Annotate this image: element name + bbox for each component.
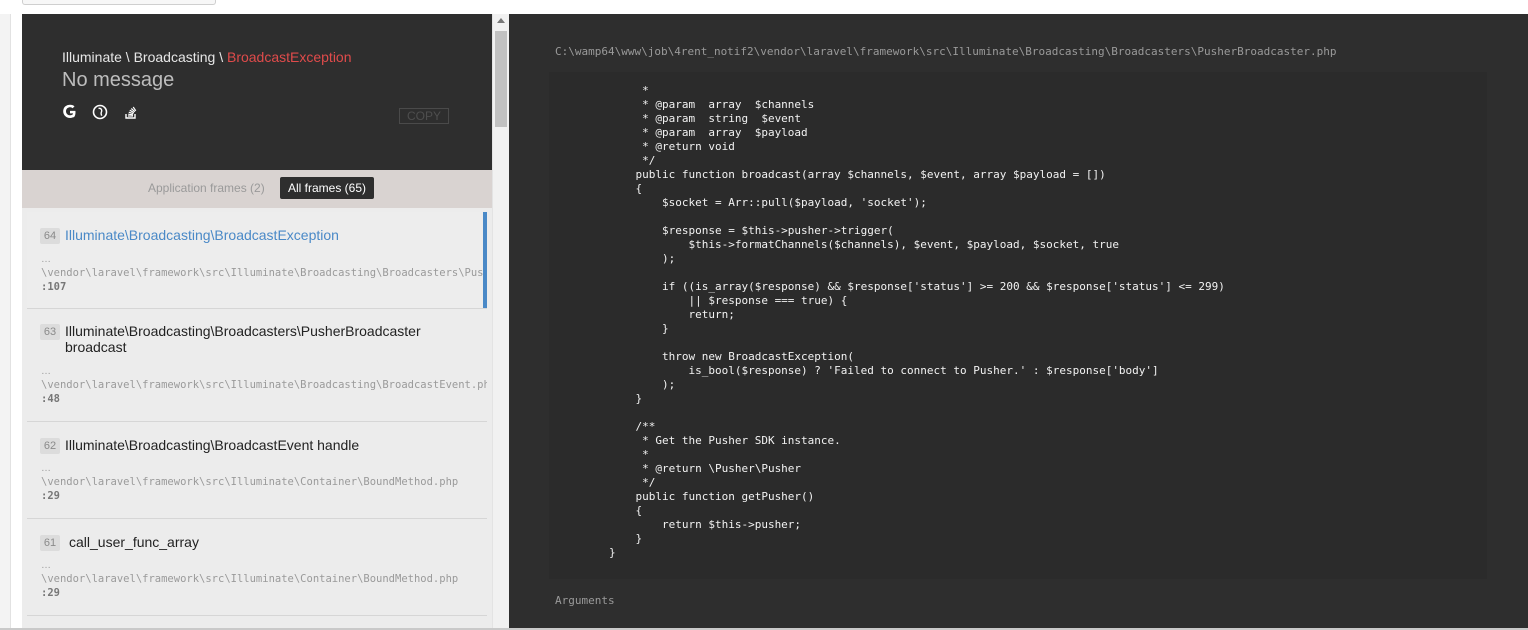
frame-ellipsis: … [41,560,51,571]
frame-class: Illuminate\Broadcasting\Broadcasters\Pus… [65,323,421,339]
exception-message: No message [62,69,175,91]
frame-line: :107 [41,281,67,293]
frame-line: :29 [41,490,60,502]
copy-button[interactable]: COPY [399,108,449,124]
frame-class: Illuminate\Broadcasting\BroadcastEvent h… [65,437,360,453]
frame-method: broadcast [65,339,127,355]
frame-row[interactable]: 64 Illuminate\Broadcasting\BroadcastExce… [27,212,487,309]
exception-namespace-2: Broadcasting [133,49,216,65]
frames-scrollbar[interactable] [492,14,509,628]
frame-row[interactable]: 63 Illuminate\Broadcasting\Broadcasters\… [27,309,487,422]
google-icon[interactable] [62,104,78,120]
frames-panel: Illuminate \ Broadcasting \ BroadcastExc… [22,14,492,628]
top-input-edge[interactable] [22,0,216,5]
code-block: * * @param array $channels * @param stri… [549,72,1487,579]
frame-file: \vendor\laravel\framework\src\Illuminate… [41,379,487,391]
frame-index: 63 [40,324,60,340]
arguments-label: Arguments [555,594,615,607]
frame-line: :48 [41,393,60,405]
frame-line: :29 [41,587,60,599]
frame-class: call_user_func_array [69,534,199,550]
frame-class: Illuminate\Broadcasting\BroadcastExcepti… [65,227,339,243]
search-links [62,104,149,122]
exception-class: Illuminate \ Broadcasting \ BroadcastExc… [62,49,352,65]
frame-index: 61 [40,535,60,551]
duckduckgo-icon[interactable] [92,104,108,120]
namespace-separator: \ [121,49,134,65]
exception-namespace-1: Illuminate [62,49,122,65]
frame-ellipsis: … [41,254,51,265]
frame-row[interactable]: 61 call_user_func_array … \vendor\larave… [27,519,487,616]
browser-top-strip [0,0,1528,14]
frame-row[interactable]: 62 Illuminate\Broadcasting\BroadcastEven… [27,422,487,519]
file-path[interactable]: C:\wamp64\www\job\4rent_notif2\vendor\la… [555,45,1336,58]
exception-header: Illuminate \ Broadcasting \ BroadcastExc… [22,14,492,170]
exception-name: BroadcastException [226,49,352,65]
frame-file: \vendor\laravel\framework\src\Illuminate… [41,573,459,585]
frame-index: 62 [40,438,60,454]
scroll-up-arrow-icon[interactable] [497,18,505,23]
frame-index: 64 [40,228,60,244]
frame-ellipsis: … [41,366,51,377]
frame-file: \vendor\laravel\framework\src\Illuminate… [41,267,487,279]
namespace-separator: \ [215,49,227,65]
code-panel: C:\wamp64\www\job\4rent_notif2\vendor\la… [509,14,1528,628]
frame-ellipsis: … [41,463,51,474]
frame-filter-bar: Application frames (2) All frames (65) [22,170,492,208]
scrollbar-thumb[interactable] [495,31,507,127]
all-frames-toggle[interactable]: All frames (65) [280,177,375,199]
source-code: * * @param array $channels * @param stri… [609,84,1225,559]
frames-list: 64 Illuminate\Broadcasting\BroadcastExce… [27,212,487,628]
application-frames-toggle[interactable]: Application frames (2) [148,181,265,195]
page-left-edge [0,14,11,630]
frame-file: \vendor\laravel\framework\src\Illuminate… [41,476,459,488]
stackoverflow-icon[interactable] [123,104,139,120]
